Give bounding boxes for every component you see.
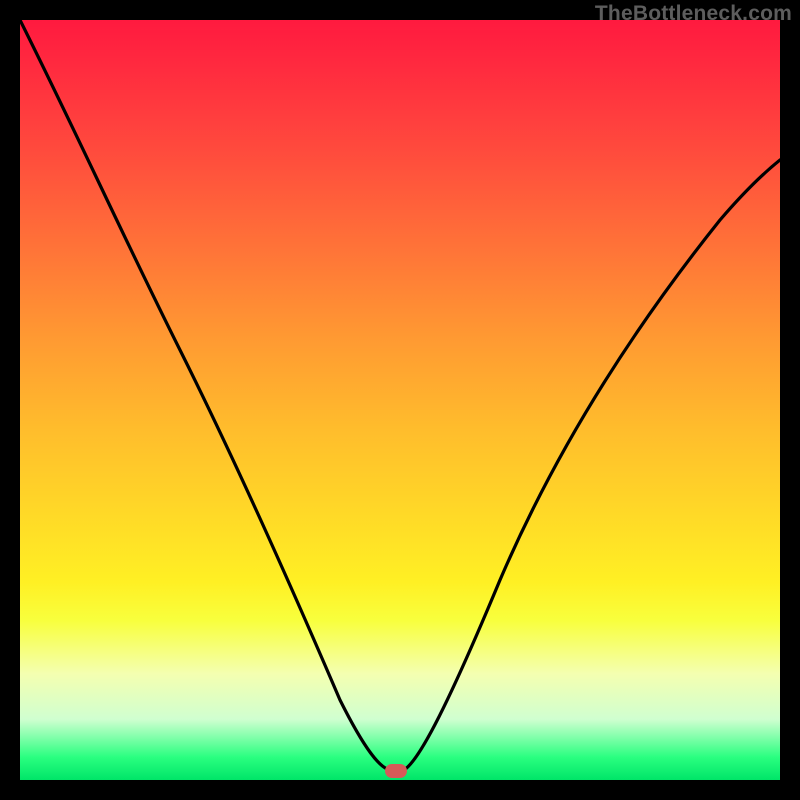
chart-plot-area [20,20,780,780]
bottleneck-line [20,20,780,780]
attribution-label: TheBottleneck.com [595,2,792,26]
chart-frame: TheBottleneck.com [0,0,800,800]
optimal-point-marker [385,764,407,778]
bottleneck-curve-path [20,20,780,770]
